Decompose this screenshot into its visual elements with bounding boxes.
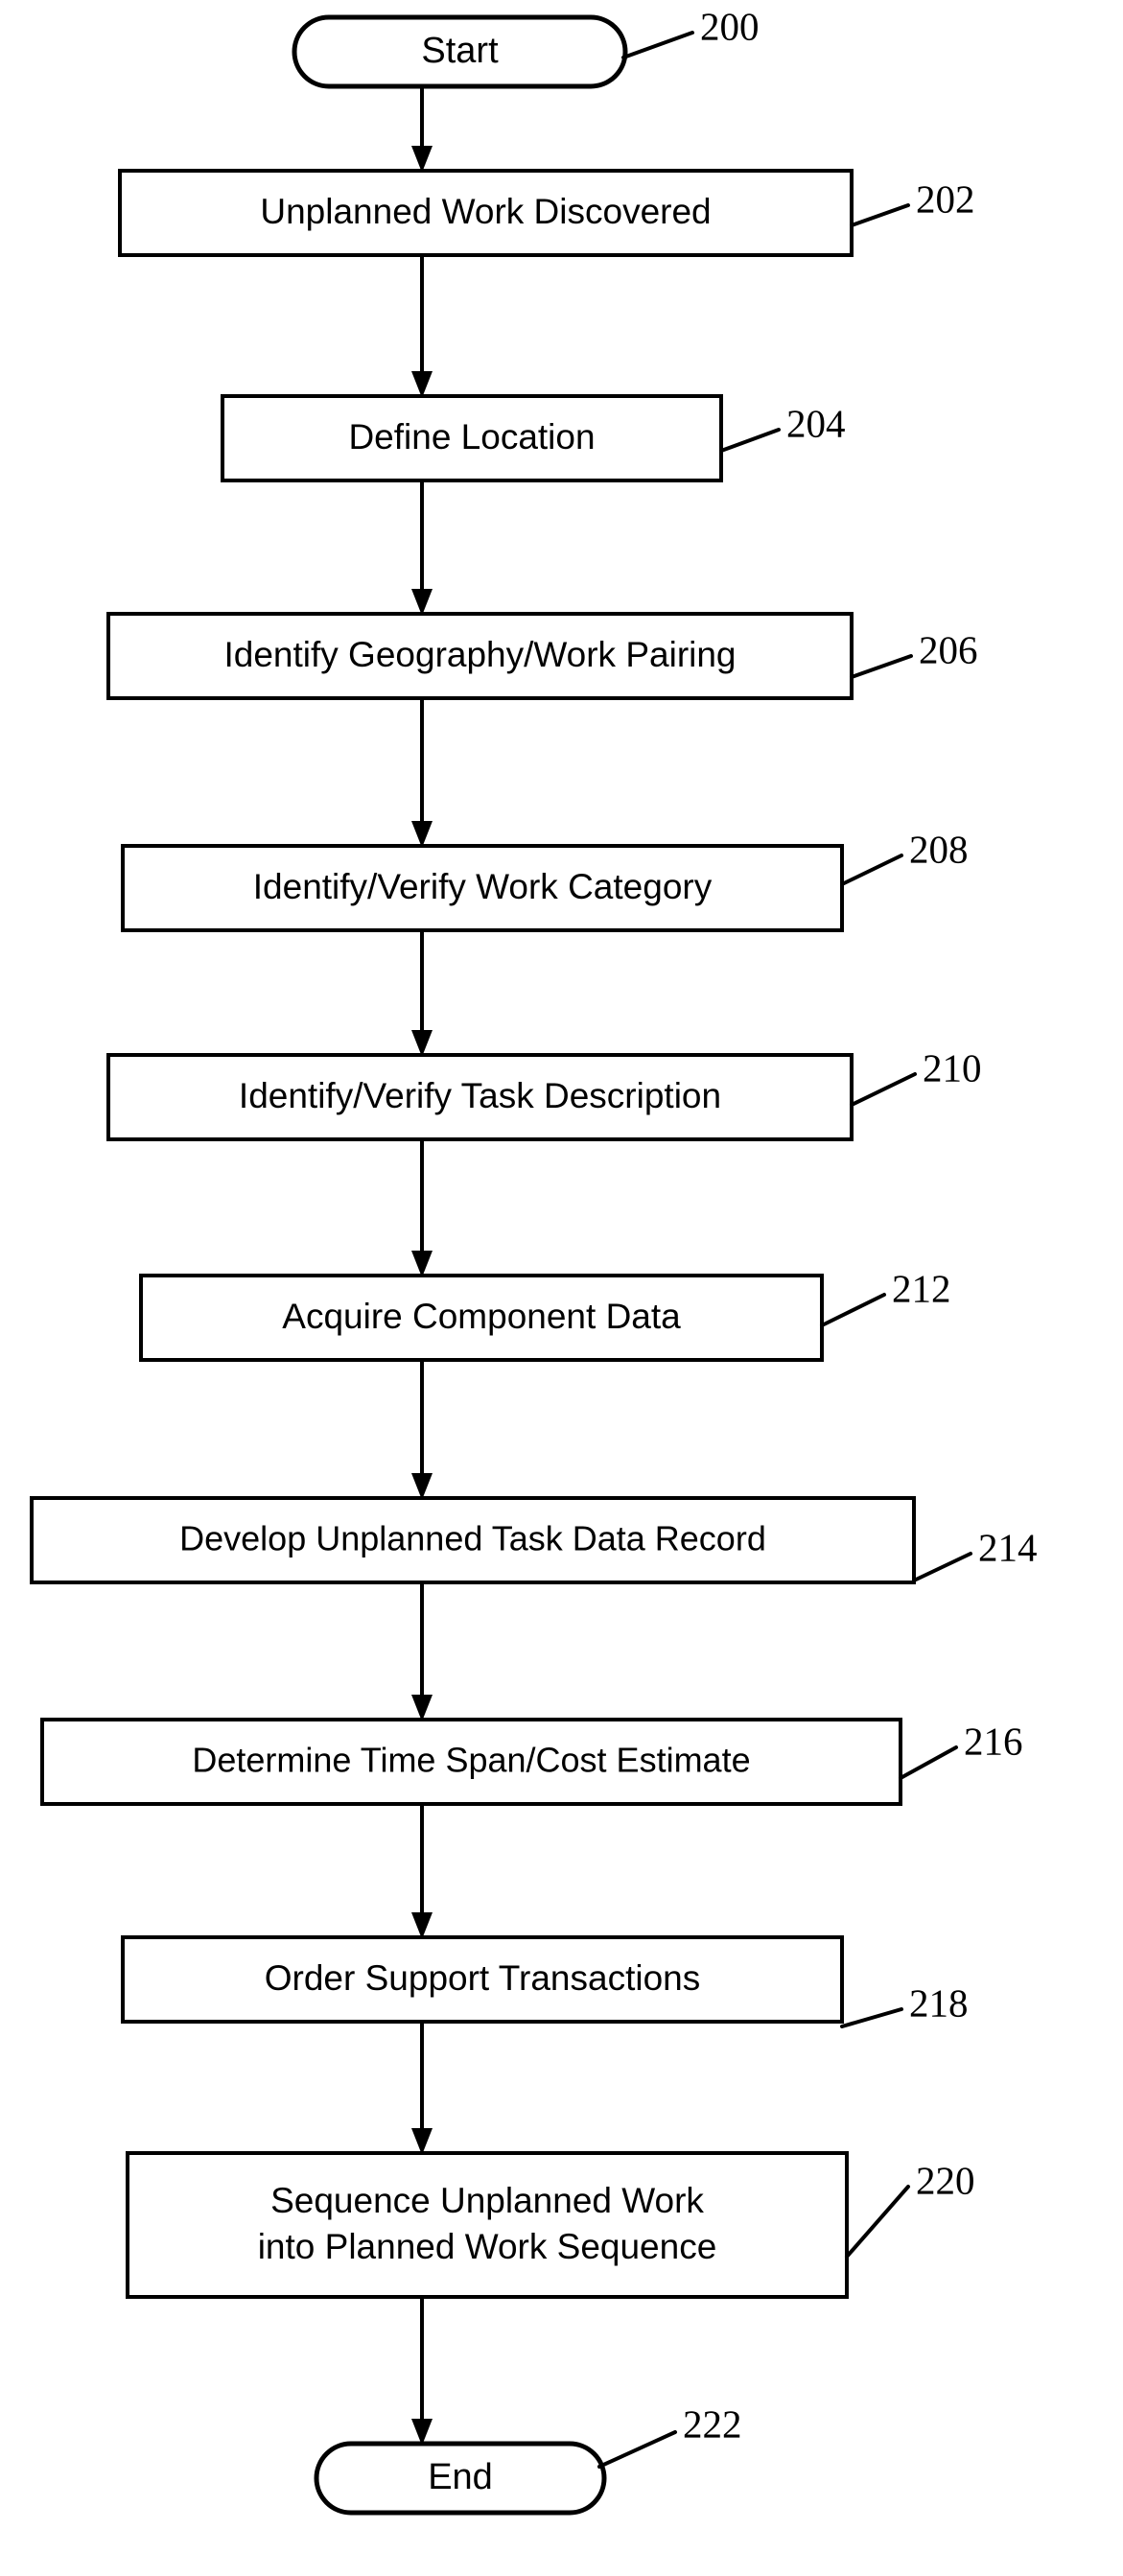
arrow-head-icon: [411, 2128, 433, 2155]
node-label: Determine Time Span/Cost Estimate: [192, 1741, 750, 1780]
node-identify-geography-work-pairing[interactable]: Identify Geography/Work Pairing: [106, 612, 854, 700]
node-label-line: Sequence Unplanned Work: [270, 2181, 704, 2220]
arrow-head-icon: [411, 1473, 433, 1500]
node-unplanned-work-discovered[interactable]: Unplanned Work Discovered: [118, 169, 854, 257]
node-define-location[interactable]: Define Location: [221, 394, 723, 482]
reference-214: 214: [912, 1525, 1038, 1582]
connector-start-to-202: [411, 86, 433, 173]
node-label: Identify Geography/Work Pairing: [223, 635, 736, 674]
reference-numeral: 204: [786, 401, 846, 445]
reference-numeral: 210: [923, 1045, 982, 1089]
arrow-head-icon: [411, 821, 433, 848]
connector-212-to-214: [411, 1360, 433, 1500]
node-identify-verify-task-description[interactable]: Identify/Verify Task Description: [106, 1053, 854, 1141]
leader-line: [719, 428, 781, 453]
reference-numeral: 216: [964, 1719, 1023, 1763]
node-label: Define Location: [348, 417, 595, 457]
node-identify-verify-work-category[interactable]: Identify/Verify Work Category: [121, 844, 844, 932]
leader-line: [899, 1745, 958, 1780]
node-determine-time-span-cost-estimate[interactable]: Determine Time Span/Cost Estimate: [40, 1718, 902, 1806]
connector-202-to-204: [411, 255, 433, 398]
reference-208: 208: [840, 827, 969, 886]
connector-208-to-210: [411, 930, 433, 1057]
reference-numeral: 202: [916, 176, 975, 221]
flowchart-figure: Start Unplanned Work Discovered Define Loc…: [0, 0, 1123, 2576]
reference-222: 222: [597, 2401, 742, 2469]
node-sequence-unplanned-work[interactable]: Sequence Unplanned Work into Planned Work…: [126, 2151, 849, 2299]
arrow-head-icon: [411, 1912, 433, 1939]
node-label: Unplanned Work Discovered: [260, 192, 711, 231]
leader-line: [845, 2185, 910, 2259]
node-label: Acquire Component Data: [282, 1297, 681, 1336]
connector-218-to-220: [411, 2022, 433, 2155]
leader-line: [621, 31, 694, 59]
reference-numeral: 214: [978, 1525, 1038, 1569]
node-label: Develop Unplanned Task Data Record: [179, 1519, 766, 1558]
leader-line: [597, 2430, 677, 2469]
node-develop-unplanned-task-data-record[interactable]: Develop Unplanned Task Data Record: [30, 1496, 916, 1584]
node-label: Identify/Verify Work Category: [253, 867, 713, 906]
reference-numeral: 212: [892, 1266, 951, 1310]
reference-204: 204: [719, 401, 846, 453]
connector-206-to-208: [411, 698, 433, 848]
node-label: Start: [421, 31, 499, 71]
node-label-line: into Planned Work Sequence: [258, 2227, 717, 2266]
reference-216: 216: [899, 1719, 1023, 1780]
node-label: Identify/Verify Task Description: [239, 1076, 721, 1115]
node-acquire-component-data[interactable]: Acquire Component Data: [139, 1274, 824, 1362]
node-label: Order Support Transactions: [265, 1958, 701, 1998]
node-end[interactable]: End: [314, 2441, 607, 2516]
reference-numeral: 208: [909, 827, 969, 871]
reference-numeral: 206: [919, 627, 978, 671]
reference-206: 206: [850, 627, 978, 679]
leader-line: [850, 203, 910, 227]
connector-216-to-218: [411, 1804, 433, 1939]
reference-200: 200: [621, 4, 760, 59]
connector-210-to-212: [411, 1139, 433, 1277]
arrow-head-icon: [411, 1695, 433, 1721]
reference-210: 210: [850, 1045, 982, 1107]
connector-204-to-206: [411, 480, 433, 616]
reference-212: 212: [820, 1266, 951, 1327]
flowchart-canvas: Start Unplanned Work Discovered Define Loc…: [30, 4, 1038, 2516]
node-shape-process: [126, 2151, 849, 2299]
connector-214-to-216: [411, 1582, 433, 1721]
reference-202: 202: [850, 176, 975, 227]
reference-numeral: 222: [683, 2401, 742, 2446]
reference-numeral: 218: [909, 1980, 969, 2025]
leader-line: [840, 2007, 903, 2028]
connector-220-to-end: [411, 2297, 433, 2446]
reference-220: 220: [845, 2158, 975, 2259]
reference-numeral: 200: [700, 4, 760, 48]
leader-line: [850, 1072, 917, 1107]
arrow-head-icon: [411, 1030, 433, 1057]
arrow-head-icon: [411, 371, 433, 398]
node-order-support-transactions[interactable]: Order Support Transactions: [121, 1935, 844, 2024]
reference-numeral: 220: [916, 2158, 975, 2202]
leader-line: [820, 1293, 886, 1327]
arrow-head-icon: [411, 1251, 433, 1277]
arrow-head-icon: [411, 146, 433, 173]
leader-line: [912, 1552, 972, 1582]
reference-numbers-layer: 200 202 204 206 208 210 212 214 216 218 220 222: [597, 4, 1038, 2469]
leader-line: [850, 654, 913, 679]
arrow-head-icon: [411, 589, 433, 616]
node-start[interactable]: Start: [292, 14, 628, 89]
node-label: End: [428, 2457, 493, 2497]
reference-218: 218: [840, 1980, 969, 2028]
nodes-layer: Start Unplanned Work Discovered Define Loc…: [30, 14, 916, 2516]
leader-line: [840, 854, 903, 886]
